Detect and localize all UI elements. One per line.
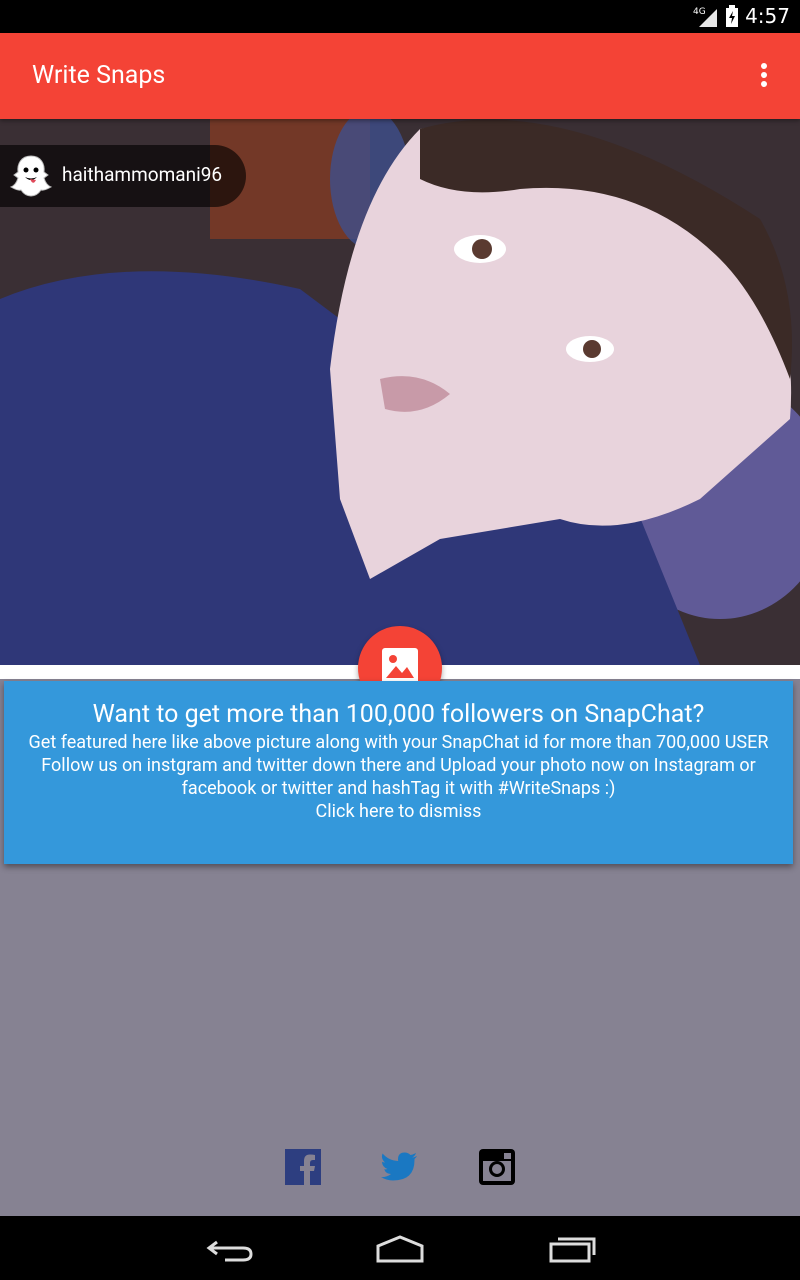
banner-follow-text: Follow us on instgram and twitter down t…	[41, 755, 756, 799]
battery-icon	[726, 5, 739, 27]
status-time: 4:57	[745, 4, 790, 28]
recent-apps-icon[interactable]	[548, 1234, 598, 1264]
snapchat-ghost-icon	[9, 155, 53, 197]
featured-user-badge[interactable]: haithammomani96	[0, 145, 246, 207]
overflow-menu-icon[interactable]	[758, 63, 770, 91]
signal-icon: 4G	[693, 7, 718, 27]
instagram-icon[interactable]	[477, 1147, 517, 1187]
banner-title: Want to get more than 100,000 followers …	[92, 700, 705, 729]
network-label: 4G	[693, 7, 706, 17]
back-icon[interactable]	[205, 1234, 255, 1264]
promo-banner[interactable]: Want to get more than 100,000 followers …	[4, 681, 793, 864]
dismiss-link[interactable]: Click here to dismiss	[4, 800, 793, 823]
status-bar: 4G 4:57	[0, 0, 800, 33]
featured-username: haithammomani96	[62, 163, 223, 186]
app-bar: Write Snaps	[0, 33, 800, 119]
home-icon[interactable]	[374, 1234, 426, 1264]
app-title: Write Snaps	[32, 61, 166, 90]
twitter-icon[interactable]	[380, 1147, 420, 1187]
image-icon	[382, 648, 418, 684]
navigation-bar	[0, 1216, 800, 1280]
facebook-icon[interactable]	[283, 1147, 323, 1187]
banner-featured-text: Get featured here like above picture alo…	[28, 732, 769, 753]
